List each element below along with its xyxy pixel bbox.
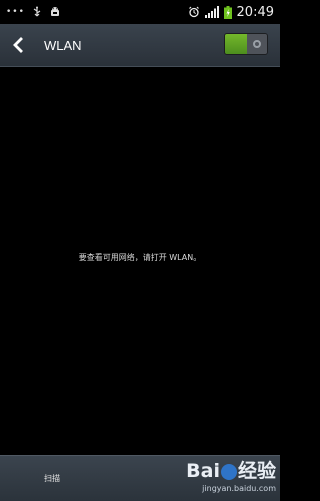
watermark-logo-text-1: Bai <box>186 460 220 482</box>
status-bar-left: ••• <box>0 6 61 18</box>
clock-time: 20:49 <box>236 4 274 20</box>
page-title: WLAN <box>44 37 82 53</box>
android-debug-icon <box>50 7 59 16</box>
toggle-knob <box>247 34 267 54</box>
wlan-toggle[interactable] <box>224 33 268 55</box>
scan-button[interactable]: 扫描 <box>30 470 74 486</box>
action-bar: WLAN <box>0 24 280 67</box>
usb-icon <box>33 6 41 17</box>
more-dots-icon: ••• <box>6 7 25 17</box>
toggle-on-track <box>225 34 249 54</box>
toggle-ring-icon <box>253 40 261 48</box>
status-bar: ••• 20:49 <box>0 0 280 24</box>
paw-icon <box>220 463 237 480</box>
signal-icon <box>204 6 219 18</box>
status-bar-right: 20:49 <box>188 5 280 20</box>
back-arrow-icon <box>13 37 23 53</box>
baidu-jingyan-watermark: Bai 经验 jingyan.baidu.com <box>176 456 276 496</box>
watermark-logo: Bai 经验 <box>176 456 276 483</box>
alarm-icon <box>188 6 199 18</box>
back-button[interactable] <box>0 24 36 66</box>
watermark-url: jingyan.baidu.com <box>202 484 276 493</box>
battery-charging-icon <box>223 5 232 19</box>
watermark-logo-text-2: 经验 <box>237 460 276 482</box>
empty-state-message: 要查看可用网络，请打开 WLAN。 <box>78 253 202 262</box>
